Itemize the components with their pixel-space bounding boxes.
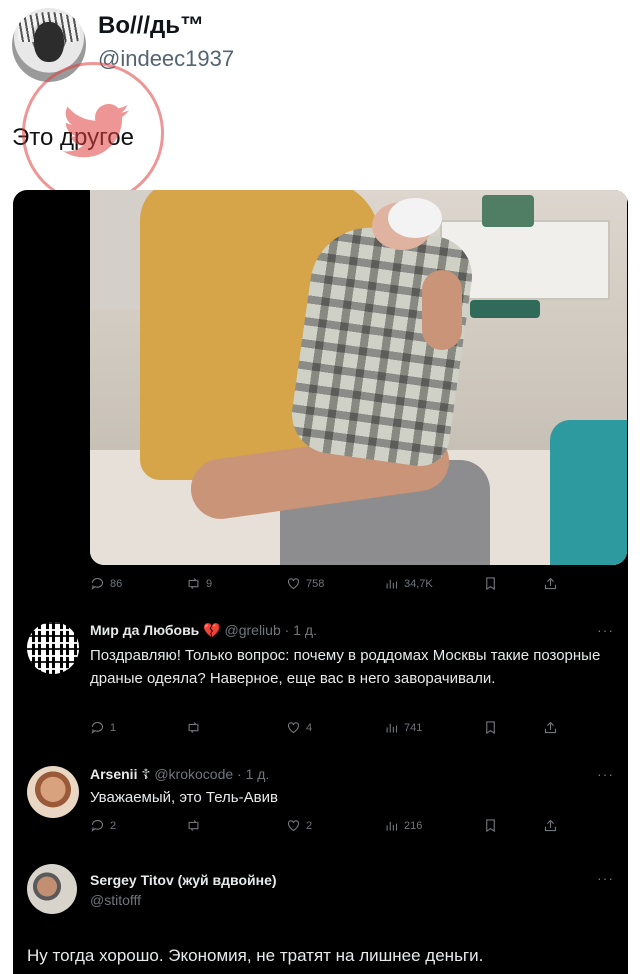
author-name[interactable]: Во///дь™ (98, 12, 204, 40)
views-icon (386, 821, 398, 831)
embedded-screenshot: 86 9 758 34,7K Мир да Любовь 💔 @greliub … (13, 190, 628, 974)
views-button[interactable]: 34,7K (384, 576, 433, 591)
bookmark-button[interactable] (483, 576, 498, 591)
heart-icon (287, 578, 300, 590)
reply-handle-time[interactable]: @krokocode · 1 д. (154, 766, 269, 782)
reply-handle[interactable]: @stitofff (90, 892, 141, 908)
share-icon (544, 819, 557, 832)
views-icon (386, 579, 398, 589)
share-button[interactable] (543, 576, 558, 591)
reply-text: Поздравляю! Только вопрос: почему в родд… (90, 647, 601, 687)
share-icon (544, 721, 557, 734)
reply-button[interactable]: 2 (90, 818, 116, 833)
retweet-button[interactable] (186, 720, 201, 735)
retweet-button[interactable] (186, 818, 201, 833)
author-handle[interactable]: @indeec1937 (98, 46, 234, 72)
reply-avatar[interactable] (27, 864, 77, 914)
heart-icon (287, 722, 300, 734)
main-tweet-actions: 86 9 758 34,7K (90, 576, 590, 596)
like-button[interactable]: 4 (286, 720, 312, 735)
reply-icon (91, 721, 104, 734)
author-avatar[interactable] (12, 8, 86, 82)
reply-icon (91, 577, 104, 590)
heart-icon (287, 820, 300, 832)
tweet-text: Это другое (12, 124, 134, 151)
reply-actions: 2 2 216 (90, 818, 590, 838)
reply-actions: 1 4 741 (90, 720, 590, 740)
bookmark-button[interactable] (483, 818, 498, 833)
reply-icon (91, 819, 104, 832)
more-icon[interactable]: ··· (597, 766, 614, 782)
share-button[interactable] (543, 720, 558, 735)
reply-avatar[interactable] (27, 766, 79, 818)
views-icon (386, 723, 398, 733)
reply-author-name[interactable]: Sergey Titov (жуй вдвойне) (90, 872, 277, 888)
reply-button[interactable]: 1 (90, 720, 116, 735)
share-icon (544, 577, 557, 590)
more-icon[interactable]: ··· (597, 622, 614, 638)
like-button[interactable]: 758 (286, 576, 324, 591)
retweet-icon (188, 578, 199, 589)
retweet-icon (188, 820, 199, 831)
bookmark-icon (486, 721, 495, 735)
avatar-face (34, 22, 64, 62)
reply-avatar[interactable] (27, 622, 79, 674)
reply-button[interactable]: 86 (90, 576, 122, 591)
bookmark-icon (486, 577, 495, 591)
views-button[interactable]: 216 (384, 818, 422, 833)
retweet-icon (188, 722, 199, 733)
reply-author-name[interactable]: Мир да Любовь 💔 (90, 622, 221, 638)
retweet-button[interactable]: 9 (186, 576, 212, 591)
views-button[interactable]: 741 (384, 720, 422, 735)
reply-text: Уважаемый, это Тель-Авив (90, 789, 278, 806)
bookmark-button[interactable] (483, 720, 498, 735)
share-button[interactable] (543, 818, 558, 833)
tweet-photo[interactable] (90, 190, 627, 565)
bookmark-icon (486, 819, 495, 833)
more-icon[interactable]: ··· (597, 870, 614, 886)
reply-text: Ну тогда хорошо. Экономия, не тратят на … (27, 946, 484, 965)
like-button[interactable]: 2 (286, 818, 312, 833)
reply-author-name[interactable]: Arsenii ☦ (90, 766, 150, 782)
reply-handle-time[interactable]: @greliub · 1 д. (225, 622, 317, 638)
